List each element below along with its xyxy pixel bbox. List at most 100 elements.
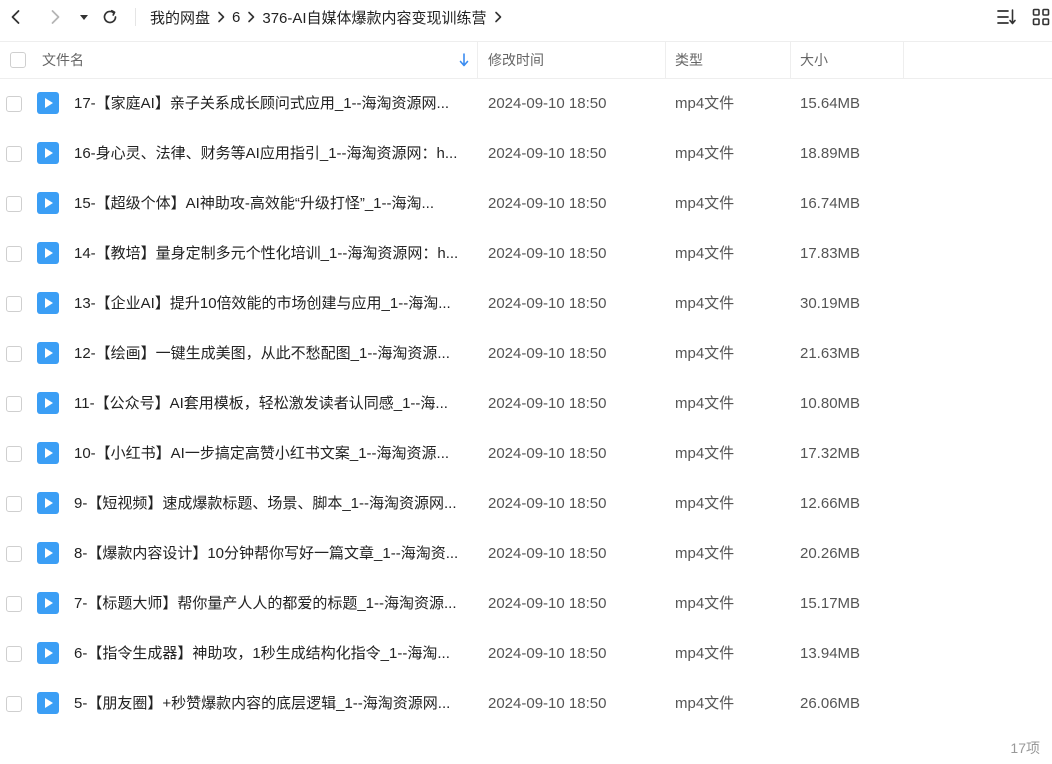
file-type: mp4文件 [675,695,735,712]
file-row[interactable]: 11-【公众号】AI套用模板，轻松激发读者认同感_1--海... 2024-09… [0,379,1052,429]
file-row[interactable]: 7-【标题大师】帮你量产人人的都爱的标题_1--海淘资源... 2024-09-… [0,579,1052,629]
video-file-icon [37,142,59,164]
file-row[interactable]: 9-【短视频】速成爆款标题、场景、脚本_1--海淘资源网... 2024-09-… [0,479,1052,529]
breadcrumb-item-folder-6[interactable]: 6 [232,9,240,26]
column-header-name[interactable]: 文件名 [42,42,472,78]
breadcrumb-item-root[interactable]: 我的网盘 [150,7,210,28]
file-size: 18.89MB [800,145,861,162]
file-size: 15.17MB [800,595,861,612]
file-name[interactable]: 5-【朋友圈】+秒赞爆款内容的底层逻辑_1--海淘资源网... [74,679,469,729]
video-file-icon [37,242,59,264]
file-size: 13.94MB [800,645,861,662]
forward-button[interactable] [43,5,67,29]
file-modified: 2024-09-10 18:50 [488,695,607,712]
file-size: 17.32MB [800,445,861,462]
select-all-checkbox-wrap [10,42,26,78]
refresh-icon [103,9,117,24]
chevron-right-icon [51,10,60,24]
file-type: mp4文件 [675,445,735,462]
chevron-right-icon[interactable] [487,0,509,34]
file-type: mp4文件 [675,95,735,112]
file-name[interactable]: 12-【绘画】一键生成美图，从此不愁配图_1--海淘资源... [74,329,469,379]
file-name[interactable]: 6-【指令生成器】神助攻，1秒生成结构化指令_1--海淘... [74,629,469,679]
column-header-modified[interactable]: 修改时间 [488,42,544,78]
file-size: 26.06MB [800,695,861,712]
file-name[interactable]: 9-【短视频】速成爆款标题、场景、脚本_1--海淘资源网... [74,479,469,529]
row-checkbox[interactable] [6,96,22,112]
file-name[interactable]: 17-【家庭AI】亲子关系成长顾问式应用_1--海淘资源网... [74,79,469,129]
file-modified: 2024-09-10 18:50 [488,345,607,362]
column-divider [790,42,791,78]
video-file-icon [37,642,59,664]
file-modified: 2024-09-10 18:50 [488,245,607,262]
row-checkbox[interactable] [6,146,22,162]
file-modified: 2024-09-10 18:50 [488,445,607,462]
file-name[interactable]: 14-【教培】量身定制多元个性化培训_1--海淘资源网：h... [74,229,469,279]
grid-view-icon [1032,8,1050,26]
chevron-right-icon [240,0,262,34]
row-checkbox[interactable] [6,196,22,212]
file-row[interactable]: 16-身心灵、法律、财务等AI应用指引_1--海淘资源网：h... 2024-0… [0,129,1052,179]
file-row[interactable]: 5-【朋友圈】+秒赞爆款内容的底层逻辑_1--海淘资源网... 2024-09-… [0,679,1052,729]
row-checkbox[interactable] [6,246,22,262]
row-checkbox[interactable] [6,596,22,612]
file-name[interactable]: 15-【超级个体】AI神助攻-高效能“升级打怪”_1--海淘... [74,179,469,229]
history-dropdown-button[interactable] [72,5,96,29]
file-name[interactable]: 7-【标题大师】帮你量产人人的都爱的标题_1--海淘资源... [74,579,469,629]
file-modified: 2024-09-10 18:50 [488,295,607,312]
file-name[interactable]: 8-【爆款内容设计】10分钟帮你写好一篇文章_1--海淘资... [74,529,469,579]
file-list-header: 文件名 修改时间 类型 大小 [0,41,1052,79]
row-checkbox[interactable] [6,546,22,562]
video-file-icon [37,92,59,114]
row-checkbox[interactable] [6,296,22,312]
file-name[interactable]: 10-【小红书】AI一步搞定高赞小红书文案_1--海淘资源... [74,429,469,479]
file-row[interactable]: 14-【教培】量身定制多元个性化培训_1--海淘资源网：h... 2024-09… [0,229,1052,279]
refresh-button[interactable] [98,5,122,29]
column-divider [665,42,666,78]
back-button[interactable] [4,5,28,29]
breadcrumb-item-current[interactable]: 376-AI自媒体爆款内容变现训练营 [262,7,486,28]
file-name[interactable]: 16-身心灵、法律、财务等AI应用指引_1--海淘资源网：h... [74,129,469,179]
chevron-left-icon [11,10,20,24]
file-row[interactable]: 8-【爆款内容设计】10分钟帮你写好一篇文章_1--海淘资... 2024-09… [0,529,1052,579]
video-file-icon [37,692,59,714]
file-type: mp4文件 [675,595,735,612]
row-checkbox[interactable] [6,346,22,362]
video-file-icon [37,492,59,514]
file-modified: 2024-09-10 18:50 [488,645,607,662]
file-modified: 2024-09-10 18:50 [488,595,607,612]
video-file-icon [37,192,59,214]
file-modified: 2024-09-10 18:50 [488,545,607,562]
file-row[interactable]: 13-【企业AI】提升10倍效能的市场创建与应用_1--海淘... 2024-0… [0,279,1052,329]
sort-list-icon [997,9,1016,25]
row-checkbox[interactable] [6,696,22,712]
breadcrumb: 我的网盘 6 376-AI自媒体爆款内容变现训练营 [150,0,509,34]
file-modified: 2024-09-10 18:50 [488,95,607,112]
file-row[interactable]: 17-【家庭AI】亲子关系成长顾问式应用_1--海淘资源网... 2024-09… [0,79,1052,129]
grid-view-button[interactable] [1029,5,1052,29]
file-size: 20.26MB [800,545,861,562]
file-type: mp4文件 [675,545,735,562]
row-checkbox[interactable] [6,396,22,412]
column-header-size[interactable]: 大小 [800,42,828,78]
file-name[interactable]: 13-【企业AI】提升10倍效能的市场创建与应用_1--海淘... [74,279,469,329]
row-checkbox[interactable] [6,496,22,512]
file-modified: 2024-09-10 18:50 [488,395,607,412]
video-file-icon [37,542,59,564]
toolbar-divider [135,8,136,26]
caret-down-icon [80,15,88,20]
file-row[interactable]: 12-【绘画】一键生成美图，从此不愁配图_1--海淘资源... 2024-09-… [0,329,1052,379]
file-row[interactable]: 6-【指令生成器】神助攻，1秒生成结构化指令_1--海淘... 2024-09-… [0,629,1052,679]
file-row[interactable]: 15-【超级个体】AI神助攻-高效能“升级打怪”_1--海淘... 2024-0… [0,179,1052,229]
file-row[interactable]: 10-【小红书】AI一步搞定高赞小红书文案_1--海淘资源... 2024-09… [0,429,1052,479]
video-file-icon [37,342,59,364]
column-header-modified-label: 修改时间 [488,52,544,68]
column-header-type[interactable]: 类型 [675,42,703,78]
row-checkbox[interactable] [6,446,22,462]
column-header-name-label: 文件名 [42,52,84,68]
file-name[interactable]: 11-【公众号】AI套用模板，轻松激发读者认同感_1--海... [74,379,469,429]
select-all-checkbox[interactable] [10,52,26,68]
file-modified: 2024-09-10 18:50 [488,495,607,512]
row-checkbox[interactable] [6,646,22,662]
sort-button[interactable] [995,5,1019,29]
